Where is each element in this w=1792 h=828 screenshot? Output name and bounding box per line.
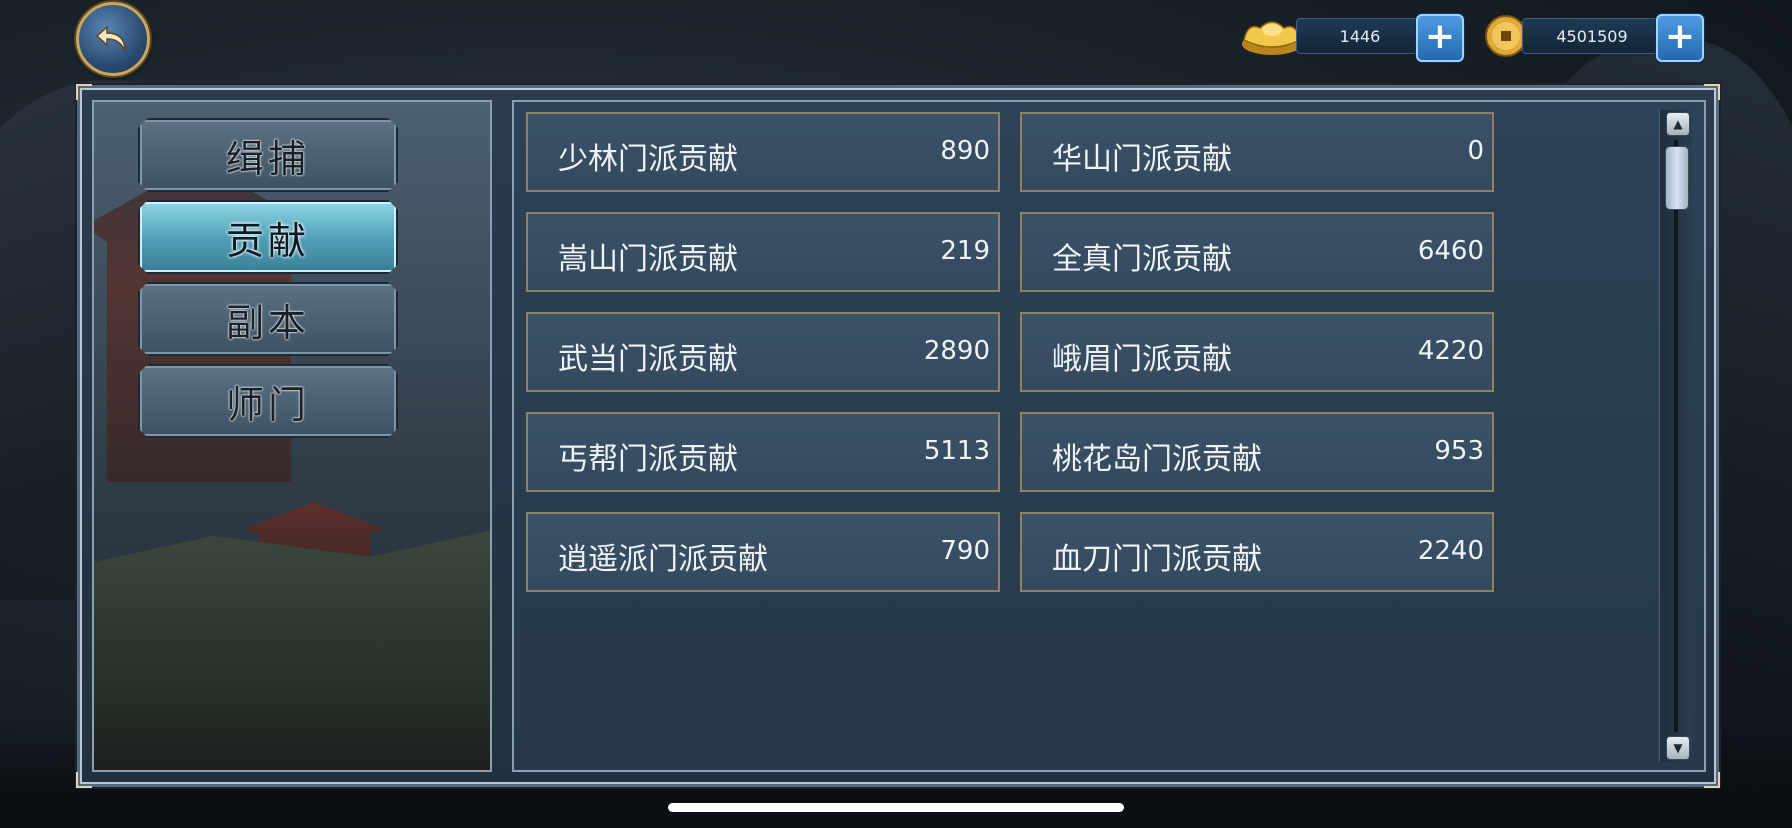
tab-contribution[interactable]: 贡献 <box>138 200 398 274</box>
arrow-down-icon: ▼ <box>1673 741 1683 755</box>
scroll-up-button[interactable]: ▲ <box>1666 112 1690 136</box>
contribution-cell: 少林门派贡献 890 <box>526 112 1000 192</box>
sect-name: 丐帮门派贡献 <box>558 442 738 477</box>
add-gold-button[interactable]: + <box>1416 14 1464 62</box>
gold-ingot-icon <box>1242 21 1302 55</box>
add-coin-button[interactable]: + <box>1656 14 1704 62</box>
list-scrollbar[interactable]: ▲ ▼ <box>1659 110 1692 762</box>
contribution-cell: 武当门派贡献 2890 <box>526 312 1000 392</box>
sect-name: 血刀门门派贡献 <box>1052 542 1262 577</box>
contribution-cell: 嵩山门派贡献 219 <box>526 212 1000 292</box>
main-panel: 缉捕 贡献 副本 师门 少林门派贡献 890 华山门派贡献 0 嵩山门派贡献 2… <box>76 84 1720 788</box>
contribution-list-panel: 少林门派贡献 890 华山门派贡献 0 嵩山门派贡献 219 全真门派贡献 64… <box>512 100 1706 772</box>
sect-name: 桃花岛门派贡献 <box>1052 442 1262 477</box>
sect-name: 嵩山门派贡献 <box>558 242 738 277</box>
contribution-cell: 逍遥派门派贡献 790 <box>526 512 1000 592</box>
contribution-cell: 华山门派贡献 0 <box>1020 112 1494 192</box>
sect-name: 峨眉门派贡献 <box>1052 342 1232 377</box>
scroll-thumb[interactable] <box>1665 146 1689 210</box>
plus-icon: + <box>1664 15 1696 57</box>
gold-ingot-currency: 1446 + <box>1240 14 1470 62</box>
tab-label: 缉捕 <box>225 136 310 181</box>
scroll-track <box>1674 140 1678 732</box>
sect-name: 武当门派贡献 <box>558 342 738 377</box>
tab-dungeon[interactable]: 副本 <box>138 282 398 356</box>
tab-label: 贡献 <box>225 218 310 263</box>
sect-name: 华山门派贡献 <box>1052 142 1232 177</box>
contribution-cell: 全真门派贡献 6460 <box>1020 212 1494 292</box>
contribution-value: 219 <box>940 236 990 266</box>
sect-name: 全真门派贡献 <box>1052 242 1232 277</box>
contribution-cell: 血刀门门派贡献 2240 <box>1020 512 1494 592</box>
tab-label: 副本 <box>225 300 310 345</box>
arrow-up-icon: ▲ <box>1673 117 1683 131</box>
scroll-down-button[interactable]: ▼ <box>1666 736 1690 760</box>
contribution-value: 5113 <box>923 436 990 466</box>
gold-ingot-amount: 1446 <box>1296 18 1424 54</box>
plus-icon: + <box>1424 15 1456 57</box>
tab-arrest[interactable]: 缉捕 <box>138 118 398 192</box>
back-arrow-icon <box>95 25 126 52</box>
contribution-value: 6460 <box>1417 236 1484 266</box>
panel-corner <box>1704 84 1720 100</box>
contribution-value: 0 <box>1467 136 1484 166</box>
tab-label: 师门 <box>225 382 310 427</box>
panel-corner <box>1704 772 1720 788</box>
contribution-value: 890 <box>940 136 990 166</box>
contribution-cell: 丐帮门派贡献 5113 <box>526 412 1000 492</box>
contribution-cell: 峨眉门派贡献 4220 <box>1020 312 1494 392</box>
panel-corner <box>76 772 92 788</box>
home-indicator[interactable] <box>668 803 1124 812</box>
copper-coin-amount: 4501509 <box>1522 18 1662 54</box>
contribution-value: 4220 <box>1417 336 1484 366</box>
contribution-cell: 桃花岛门派贡献 953 <box>1020 412 1494 492</box>
tab-sidebar: 缉捕 贡献 副本 师门 <box>92 100 492 772</box>
cliff-illustration <box>94 530 490 770</box>
panel-corner <box>76 84 92 100</box>
tab-master-sect[interactable]: 师门 <box>138 364 398 438</box>
copper-coin-currency: 4501509 + <box>1484 14 1704 62</box>
contribution-value: 953 <box>1434 436 1484 466</box>
contribution-value: 2890 <box>923 336 990 366</box>
back-button[interactable] <box>76 2 150 76</box>
sect-name: 少林门派贡献 <box>558 142 738 177</box>
sect-name: 逍遥派门派贡献 <box>558 542 768 577</box>
contribution-value: 790 <box>940 536 990 566</box>
contribution-value: 2240 <box>1417 536 1484 566</box>
